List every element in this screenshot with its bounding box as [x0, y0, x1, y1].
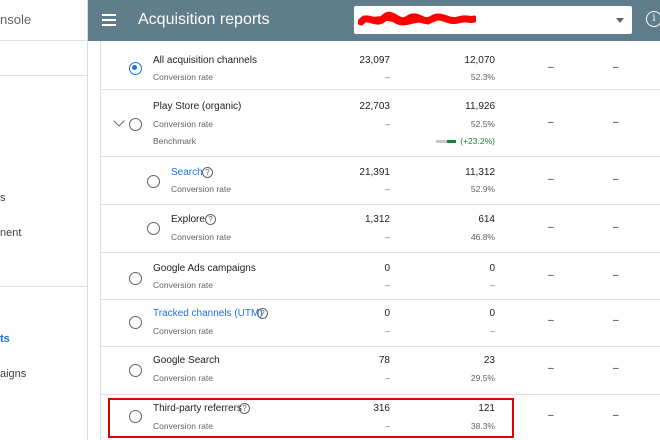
- empty-cell: –: [613, 62, 619, 73]
- installers-value: 11,312: [465, 167, 495, 178]
- sidebar-divider: [0, 75, 87, 76]
- sidebar-item-campaigns[interactable]: aigns: [0, 368, 26, 380]
- visitors-value: 1,312: [364, 214, 390, 225]
- visitors-value: 22,703: [359, 101, 390, 112]
- channel-link-search[interactable]: Search: [171, 167, 203, 178]
- redacted-app-name: [358, 11, 476, 26]
- benchmark-bar-gain: [447, 140, 456, 143]
- empty-cell: –: [548, 222, 554, 233]
- visitors-value: 0: [384, 263, 390, 274]
- channel-name: Google Search: [153, 355, 220, 366]
- console-brand: nsole: [0, 12, 32, 27]
- highlight-box: [108, 398, 514, 438]
- benchmark-bar-base: [436, 140, 447, 143]
- conversion-rate-value: –: [490, 326, 495, 336]
- empty-cell: –: [613, 315, 619, 326]
- sidebar-item-1[interactable]: s: [0, 192, 6, 204]
- empty-cell: –: [548, 117, 554, 128]
- sidebar-item-2[interactable]: nent: [0, 227, 21, 239]
- empty-cell: –: [613, 270, 619, 281]
- table-row-tracked-channels: Tracked channels (UTM) ? Conversion rate…: [101, 300, 660, 347]
- table-row-all-channels: All acquisition channels Conversion rate…: [101, 41, 660, 90]
- row-radio[interactable]: [129, 62, 142, 75]
- empty-cell: –: [613, 363, 619, 374]
- sidebar-item-acquisition-reports[interactable]: ts: [0, 333, 10, 345]
- row-radio[interactable]: [129, 272, 142, 285]
- table-row-explore: Explore ? Conversion rate 1,312 – 614 46…: [101, 205, 660, 253]
- conversion-rate-label: Conversion rate: [171, 184, 232, 194]
- table-row-play-store-organic: Play Store (organic) Conversion rate Ben…: [101, 90, 660, 157]
- empty-cell: –: [613, 174, 619, 185]
- benchmark-label: Benchmark: [153, 136, 196, 146]
- empty-cell: –: [613, 410, 619, 421]
- visitors-rate-dash: –: [385, 119, 390, 129]
- app-selector[interactable]: [354, 6, 632, 34]
- conversion-rate-label: Conversion rate: [171, 232, 232, 242]
- conversion-rate-label: Conversion rate: [153, 119, 214, 129]
- table-row-google-ads: Google Ads campaigns Conversion rate 0 –…: [101, 253, 660, 300]
- conversion-rate-value: –: [490, 280, 495, 290]
- dropdown-caret-icon: [616, 18, 624, 23]
- info-icon[interactable]: i: [646, 11, 660, 27]
- empty-cell: –: [548, 315, 554, 326]
- empty-cell: –: [548, 363, 554, 374]
- top-app-bar: Acquisition reports i: [88, 0, 660, 41]
- row-radio[interactable]: [147, 222, 160, 235]
- channel-link-tracked-utm[interactable]: Tracked channels (UTM): [153, 308, 263, 319]
- conversion-rate-value: 46.8%: [470, 232, 495, 242]
- installers-value: 11,926: [465, 101, 495, 112]
- help-icon[interactable]: ?: [202, 167, 213, 178]
- empty-cell: –: [548, 410, 554, 421]
- visitors-rate-dash: –: [385, 232, 390, 242]
- installers-value: 23: [483, 355, 495, 366]
- visitors-rate-dash: –: [385, 373, 390, 383]
- row-radio[interactable]: [147, 175, 160, 188]
- empty-cell: –: [548, 270, 554, 281]
- empty-cell: –: [548, 62, 554, 73]
- help-icon[interactable]: ?: [205, 214, 216, 225]
- visitors-rate-dash: –: [385, 280, 390, 290]
- channel-name: Play Store (organic): [153, 101, 242, 112]
- empty-cell: –: [613, 222, 619, 233]
- visitors-rate-dash: –: [385, 326, 390, 336]
- installers-value: 0: [489, 263, 495, 274]
- sidebar-divider: [0, 286, 87, 287]
- empty-cell: –: [613, 117, 619, 128]
- row-radio[interactable]: [129, 364, 142, 377]
- visitors-rate-dash: –: [385, 72, 390, 82]
- left-sidebar: nsole s nent ts aigns: [0, 0, 88, 440]
- sidebar-divider: [0, 40, 87, 41]
- channel-name: Google Ads campaigns: [153, 263, 256, 274]
- table-row-search: Search ? Conversion rate 21,391 – 11,312…: [101, 157, 660, 205]
- conversion-rate-label: Conversion rate: [153, 373, 214, 383]
- visitors-rate-dash: –: [385, 184, 390, 194]
- conversion-rate-value: 52.9%: [470, 184, 495, 194]
- installers-value: 12,070: [464, 55, 495, 66]
- visitors-value: 21,391: [359, 167, 390, 178]
- installers-value: 614: [478, 214, 495, 225]
- benchmark-change-value: (+23.2%): [460, 136, 495, 146]
- empty-cell: –: [548, 174, 554, 185]
- conversion-rate-value: 52.3%: [470, 72, 495, 82]
- installers-value: 0: [489, 308, 495, 319]
- row-radio[interactable]: [129, 118, 142, 131]
- conversion-rate-label: Conversion rate: [153, 280, 214, 290]
- table-row-google-search: Google Search Conversion rate 78 – 23 29…: [101, 347, 660, 395]
- channel-name: All acquisition channels: [153, 55, 257, 66]
- visitors-value: 78: [378, 355, 390, 366]
- conversion-rate-label: Conversion rate: [153, 72, 214, 82]
- help-icon[interactable]: ?: [257, 308, 268, 319]
- page-title: Acquisition reports: [138, 11, 270, 28]
- expand-chevron-icon[interactable]: [113, 115, 125, 127]
- conversion-rate-value: 29.5%: [470, 373, 495, 383]
- row-radio[interactable]: [129, 316, 142, 329]
- visitors-value: 0: [384, 308, 390, 319]
- menu-icon[interactable]: [102, 12, 118, 28]
- conversion-rate-value: 52.5%: [470, 119, 495, 129]
- channel-name: Explore: [171, 214, 205, 225]
- acquisition-table: All acquisition channels Conversion rate…: [100, 41, 660, 440]
- conversion-rate-label: Conversion rate: [153, 326, 214, 336]
- visitors-value: 23,097: [359, 55, 390, 66]
